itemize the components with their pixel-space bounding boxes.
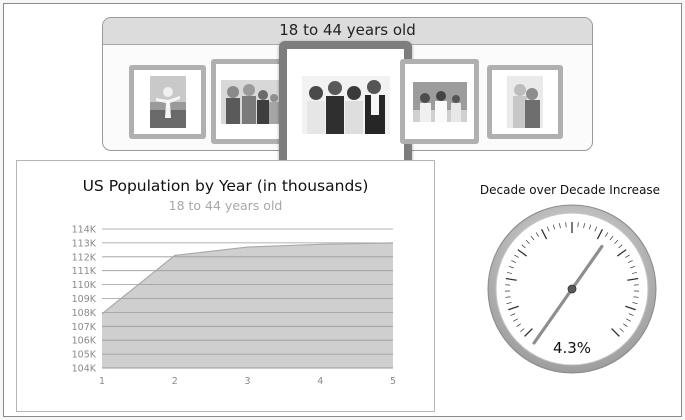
y-tick-label: 106K bbox=[72, 336, 97, 347]
population-area-chart: 114K 113K 112K 111K 110K 109K 108K 107K 106K 105K… bbox=[72, 225, 396, 388]
x-tick-label: 2 bbox=[172, 376, 178, 387]
y-tick-label: 109K bbox=[72, 294, 97, 305]
age-group-carousel[interactable]: 18 to 44 years old bbox=[102, 17, 593, 169]
thumbnail-child[interactable] bbox=[129, 65, 206, 139]
gauge-hub bbox=[567, 284, 577, 294]
child-photo-icon bbox=[149, 76, 186, 128]
x-tick-label: 3 bbox=[244, 376, 250, 387]
senior-couple-photo-icon bbox=[507, 76, 543, 128]
gauge-value: 4.3% bbox=[552, 339, 592, 357]
y-tick-label: 113K bbox=[72, 238, 97, 249]
y-tick-label: 110K bbox=[72, 280, 97, 291]
group-photo-icon bbox=[301, 76, 390, 134]
y-tick-label: 111K bbox=[72, 266, 97, 277]
population-chart-panel: US Population by Year (in thousands) 18 … bbox=[16, 160, 435, 412]
y-tick-label: 107K bbox=[72, 322, 97, 333]
area-series bbox=[102, 242, 393, 368]
y-tick-label: 104K bbox=[72, 364, 97, 375]
thumbnail-group-selected[interactable] bbox=[279, 41, 412, 169]
thumbnail-senior-couple[interactable] bbox=[487, 65, 563, 139]
x-tick-label: 1 bbox=[99, 376, 105, 387]
family-outdoor-photo-icon bbox=[412, 81, 467, 122]
y-tick-label: 114K bbox=[72, 225, 97, 236]
gauge-title: Decade over Decade Increase bbox=[479, 183, 661, 197]
family-photo-icon bbox=[221, 79, 281, 124]
x-tick-label: 5 bbox=[390, 376, 396, 387]
carousel-title: 18 to 44 years old bbox=[279, 21, 416, 39]
thumbnail-family-outdoor[interactable] bbox=[400, 59, 479, 144]
y-tick-label: 108K bbox=[72, 308, 97, 319]
y-tick-label: 105K bbox=[72, 350, 97, 361]
x-tick-label: 4 bbox=[317, 376, 323, 387]
y-tick-label: 112K bbox=[72, 252, 97, 263]
